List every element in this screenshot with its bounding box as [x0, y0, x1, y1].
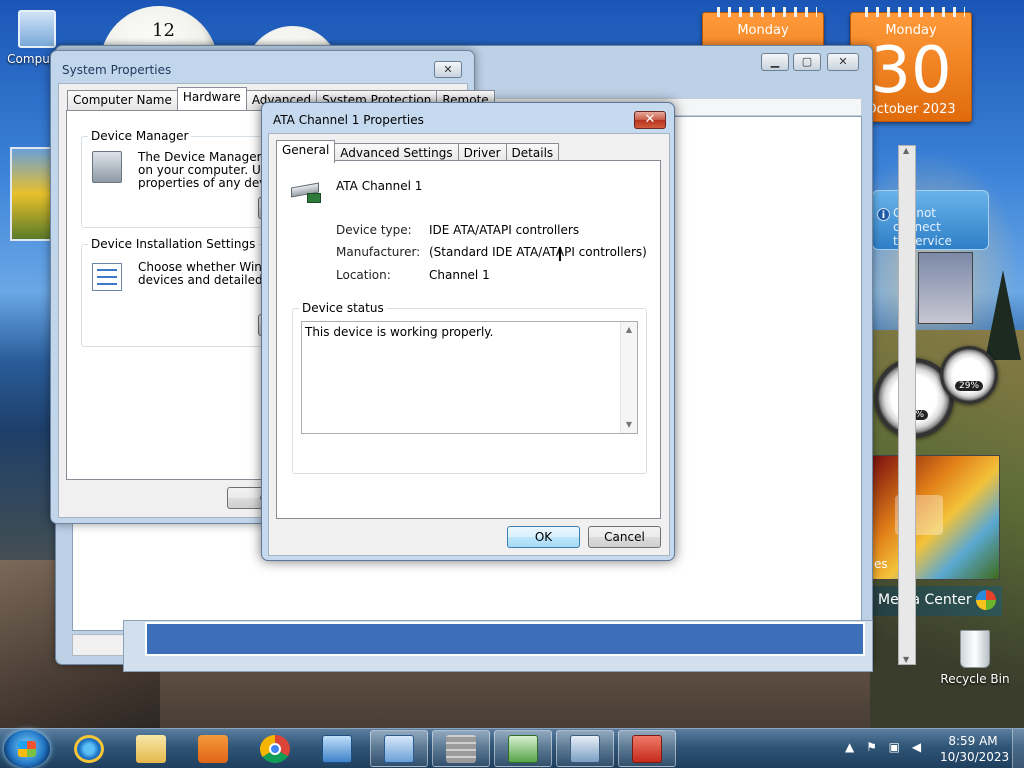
control-panel-icon — [508, 734, 538, 763]
minimize-button[interactable]: ▁ — [761, 53, 789, 71]
controller-chip — [307, 193, 321, 203]
tray-time: 8:59 AM — [948, 734, 998, 748]
device-status-label: Device status — [299, 301, 387, 315]
clock-twelve: 12 — [152, 20, 175, 41]
volume-icon[interactable]: ◀ — [912, 740, 921, 754]
taskbar-media-player[interactable] — [184, 730, 242, 767]
cancel-button[interactable]: Cancel — [588, 526, 661, 548]
device-status-textbox[interactable]: This device is working properly. ▲ ▼ — [301, 321, 638, 434]
system-tray: ▲ ⚑ ▣ ◀ — [845, 740, 929, 754]
recycle-bin-icon — [960, 630, 990, 668]
show-hidden-icons-icon[interactable]: ▲ — [845, 740, 854, 754]
toolbox-icon — [632, 734, 662, 763]
location-value: Channel 1 — [429, 268, 490, 282]
ata-channel-properties-window: ATA Channel 1 Properties ✕ General Advan… — [261, 102, 675, 561]
clock[interactable]: 8:59 AM 10/30/2023 — [940, 733, 1010, 765]
system-icon — [384, 734, 414, 763]
memory-gauge[interactable]: 29% — [940, 346, 998, 404]
taskbar-control-panel[interactable] — [494, 730, 552, 767]
status-scrollbar[interactable]: ▲ ▼ — [620, 322, 637, 433]
taskbar-system-properties[interactable] — [370, 730, 428, 767]
taskbar-internet-explorer[interactable] — [60, 730, 118, 767]
desktop-icon-label: Recycle Bin — [940, 672, 1010, 686]
device-status-text: This device is working properly. — [305, 325, 494, 339]
calendar-rings — [709, 7, 817, 17]
chrome-center — [269, 742, 281, 755]
media-center-label: Media Center — [878, 592, 972, 608]
calendar-rings — [857, 7, 965, 17]
taskbar-toolbox[interactable] — [618, 730, 676, 767]
media-player-icon — [198, 734, 228, 763]
partial-gadget-text: es — [874, 557, 888, 571]
calendar-day: Monday — [737, 23, 789, 38]
device-type-value: IDE ATA/ATAPI controllers — [429, 223, 580, 237]
taskbar-computer[interactable] — [556, 730, 614, 767]
house-picture — [918, 252, 973, 324]
maximize-button[interactable]: ▢ — [793, 53, 821, 71]
group-heading: Device Manager — [88, 129, 192, 143]
tray-date: 10/30/2023 — [940, 750, 1010, 764]
windows-logo-icon — [976, 590, 996, 610]
device-type-label: Device type: — [336, 223, 412, 237]
window-title: System Properties — [62, 63, 172, 77]
close-button[interactable]: ✕ — [634, 111, 666, 129]
scroll-up-icon[interactable]: ▲ — [903, 146, 909, 155]
window-body: General Advanced Settings Driver Details… — [268, 133, 670, 556]
general-tab-panel: ATA Channel 1 Device type: IDE ATA/ATAPI… — [276, 160, 661, 519]
background-window-panel — [145, 622, 865, 656]
internet-explorer-icon — [74, 734, 104, 763]
checklist-line — [97, 269, 117, 271]
ok-button[interactable]: OK — [507, 526, 580, 548]
window-title: ATA Channel 1 Properties — [273, 113, 424, 127]
tab-general[interactable]: General — [276, 140, 336, 163]
close-button[interactable]: ✕ — [827, 53, 859, 71]
media-center-gadget[interactable]: Media Center — [872, 586, 1002, 616]
taskbar-firewall[interactable] — [432, 730, 490, 767]
network-icon[interactable]: ▣ — [889, 740, 900, 754]
text-cursor-icon — [559, 247, 561, 261]
manufacturer-value: (Standard IDE ATA/ATAPI controllers) — [429, 245, 647, 259]
monitor-icon — [322, 734, 352, 763]
location-label: Location: — [336, 268, 391, 282]
checklist-line — [97, 283, 117, 285]
taskbar-chrome[interactable] — [246, 730, 304, 767]
memory-percent: 29% — [954, 381, 984, 392]
taskbar-remote-desktop[interactable] — [308, 730, 366, 767]
firewall-icon — [446, 734, 476, 763]
folder-icon — [136, 734, 166, 763]
background-scrollbar[interactable]: ▲ ▼ — [898, 145, 916, 665]
action-center-icon[interactable]: ⚑ — [866, 740, 877, 754]
computer-icon — [18, 10, 56, 48]
device-status-group: Device status This device is working pro… — [292, 301, 647, 474]
photo-gadget-thumbnail[interactable] — [10, 147, 52, 241]
checklist-line — [97, 276, 117, 278]
manufacturer-label: Manufacturer: — [336, 245, 421, 259]
taskbar-windows-explorer[interactable] — [122, 730, 180, 767]
scroll-down-icon[interactable]: ▼ — [903, 655, 909, 664]
show-desktop-button[interactable] — [1012, 729, 1024, 768]
info-icon: i — [877, 208, 890, 221]
checklist-icon — [92, 263, 122, 291]
wallpaper-tree — [985, 270, 1021, 360]
tab-computer-name[interactable]: Computer Name — [67, 90, 178, 110]
windows-logo-icon — [18, 741, 36, 757]
desktop-icon-recycle-bin[interactable]: Recycle Bin — [940, 630, 1010, 686]
group-heading: Device Installation Settings — [88, 237, 259, 251]
close-button[interactable]: ✕ — [434, 61, 462, 78]
computer-icon — [570, 734, 600, 763]
tab-hardware[interactable]: Hardware — [176, 87, 247, 110]
chrome-icon — [260, 734, 290, 763]
scroll-up-icon[interactable]: ▲ — [621, 323, 637, 337]
start-button[interactable] — [4, 730, 50, 768]
device-manager-icon — [92, 151, 122, 183]
scroll-down-icon[interactable]: ▼ — [621, 418, 637, 432]
weather-gadget[interactable]: i Cannot connect to service — [872, 190, 989, 250]
ata-controller-icon — [291, 181, 323, 205]
device-name: ATA Channel 1 — [336, 179, 423, 193]
